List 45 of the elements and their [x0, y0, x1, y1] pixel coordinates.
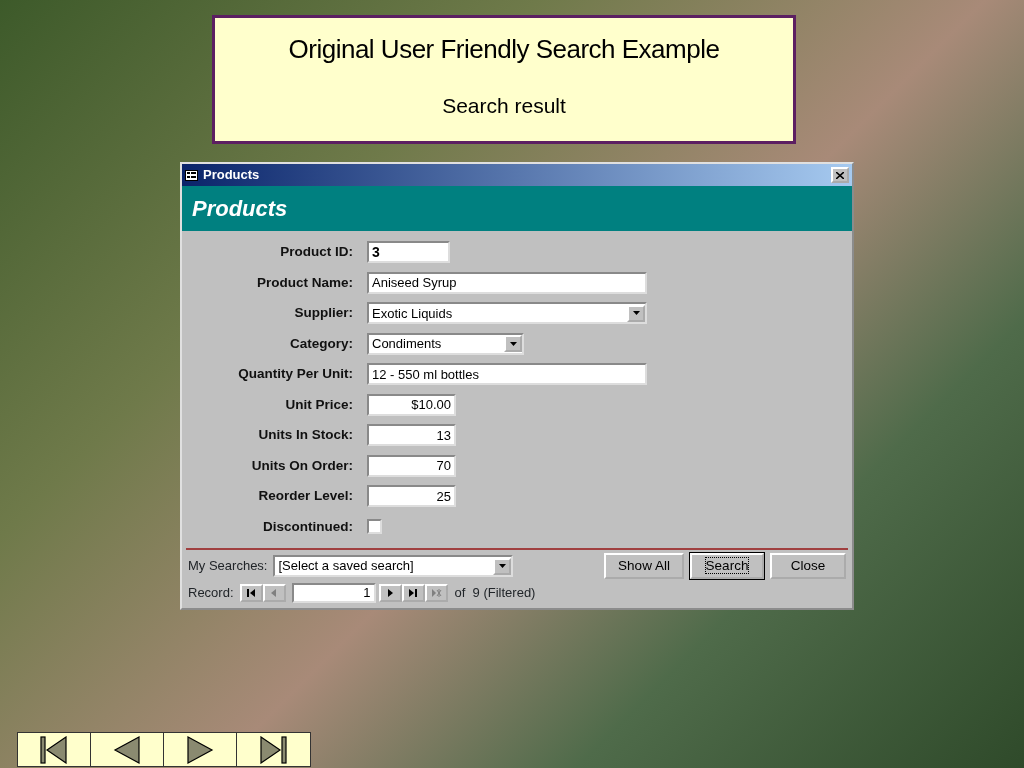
input-field[interactable]: 25	[367, 485, 456, 508]
record-number-field[interactable]: 1	[291, 583, 376, 603]
input-field[interactable]: $10.00	[367, 393, 456, 416]
input-field[interactable]: 3	[367, 241, 450, 264]
record-last-button[interactable]	[401, 584, 425, 602]
record-first-button[interactable]	[239, 584, 263, 602]
form-icon	[185, 169, 198, 181]
close-icon	[836, 172, 844, 180]
field-label: Category:	[289, 334, 354, 353]
close-button[interactable]	[831, 167, 849, 183]
input-field[interactable]: 70	[367, 454, 456, 477]
field-label: Units In Stock:	[257, 426, 354, 445]
record-new-icon	[430, 588, 442, 598]
record-label: Record:	[188, 584, 234, 603]
next-slide-icon	[186, 735, 214, 764]
slide-title: Original User Friendly Search Example	[287, 34, 721, 66]
record-next-button[interactable]	[378, 584, 402, 602]
field-label: Product ID:	[279, 243, 354, 262]
dropdown-field[interactable]: Exotic Liquids	[367, 302, 647, 325]
field-label: Reorder Level:	[257, 487, 354, 506]
field-label: Quantity Per Unit:	[237, 365, 354, 384]
field-label: Supplier:	[293, 304, 354, 323]
field-label: Discontinued:	[262, 517, 354, 536]
searches-label: My Searches:	[188, 557, 268, 576]
first-slide-icon	[40, 735, 68, 764]
form-button[interactable]: Show All	[604, 553, 684, 579]
input-field[interactable]: 12 - 550 ml bottles	[367, 363, 647, 386]
field-label: Unit Price:	[284, 395, 354, 414]
form-header: Products	[182, 186, 852, 233]
record-last-icon	[407, 588, 419, 598]
field-label: Product Name:	[255, 273, 354, 292]
slide-subtitle: Search result	[441, 93, 567, 119]
record-first-icon	[245, 588, 257, 598]
form-button[interactable]: Search	[690, 553, 764, 579]
input-field[interactable]: 13	[367, 424, 456, 447]
record-count: of 9 (Filtered)	[454, 584, 536, 603]
input-field[interactable]: Aniseed Syrup	[367, 271, 647, 294]
form-button[interactable]: Close	[770, 553, 846, 579]
field-label: Units On Order:	[250, 456, 354, 475]
last-slide-icon	[259, 735, 288, 764]
previous-slide-icon	[113, 735, 141, 764]
window-title: Products	[203, 166, 260, 185]
dropdown-field[interactable]: Condiments	[367, 332, 524, 355]
checkbox[interactable]	[367, 519, 382, 535]
saved-search-dropdown[interactable]: [Select a saved search]	[273, 555, 514, 577]
